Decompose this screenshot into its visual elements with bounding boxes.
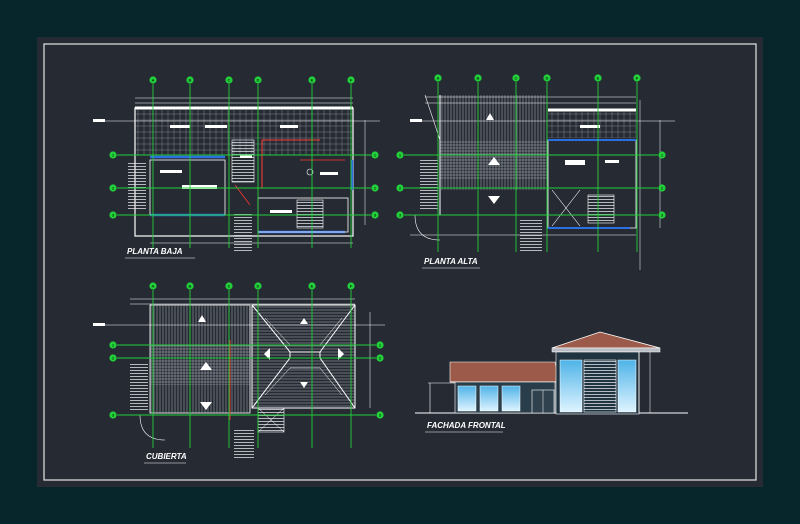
planta-baja-stair: [296, 199, 324, 229]
grid-bubble-label: E: [597, 76, 600, 81]
fachada-window: [457, 385, 477, 412]
view-title-planta-alta: PLANTA ALTA: [424, 257, 478, 266]
grid-bubble-label: B: [189, 78, 192, 83]
view-title-planta-baja: PLANTA BAJA: [127, 247, 183, 256]
cad-drawing-canvas: A B C D E F1 12 23 3A B C D E F1 12 23 3A B C D E F1 12 23 3 PLA…: [37, 37, 763, 487]
view-title-fachada-frontal: FACHADA FRONTAL: [427, 421, 506, 430]
planta-baja-stair: [231, 139, 255, 183]
drawing-sheet: [37, 37, 763, 487]
view-title-cubierta: CUBIERTA: [146, 452, 187, 461]
grid-bubble-label: D: [546, 76, 549, 81]
cubierta-exterior-stair: [130, 362, 148, 412]
grid-bubble-label: A: [152, 284, 155, 289]
fachada-left-roof: [449, 361, 561, 383]
grid-bubble-label: D: [257, 78, 260, 83]
grid-bubble-label: C: [515, 76, 518, 81]
cubierta-entry-stair: [234, 428, 254, 458]
cubierta-roof-band: [150, 345, 250, 385]
grid-bubble-label: B: [189, 284, 192, 289]
planta-alta-stair: [587, 194, 615, 224]
planta-alta-exterior-stair: [420, 160, 438, 210]
fachada-glass-facade: [559, 359, 583, 413]
fachada-window: [501, 385, 521, 412]
fachada-window: [479, 385, 499, 412]
grid-bubble-label: C: [228, 78, 231, 83]
grid-bubble-label: B: [477, 76, 480, 81]
grid-bubble-label: E: [311, 78, 314, 83]
grid-bubble-label: A: [437, 76, 440, 81]
grid-bubble-label: D: [257, 284, 260, 289]
grid-bubble-label: E: [311, 284, 314, 289]
fachada-louver-panel: [583, 359, 617, 413]
planta-baja-entry-stair: [234, 212, 252, 252]
planta-baja-exterior-stair: [128, 162, 146, 210]
fachada-glass-facade: [617, 359, 637, 413]
grid-bubble-label: A: [152, 78, 155, 83]
grid-bubble-label: C: [228, 284, 231, 289]
